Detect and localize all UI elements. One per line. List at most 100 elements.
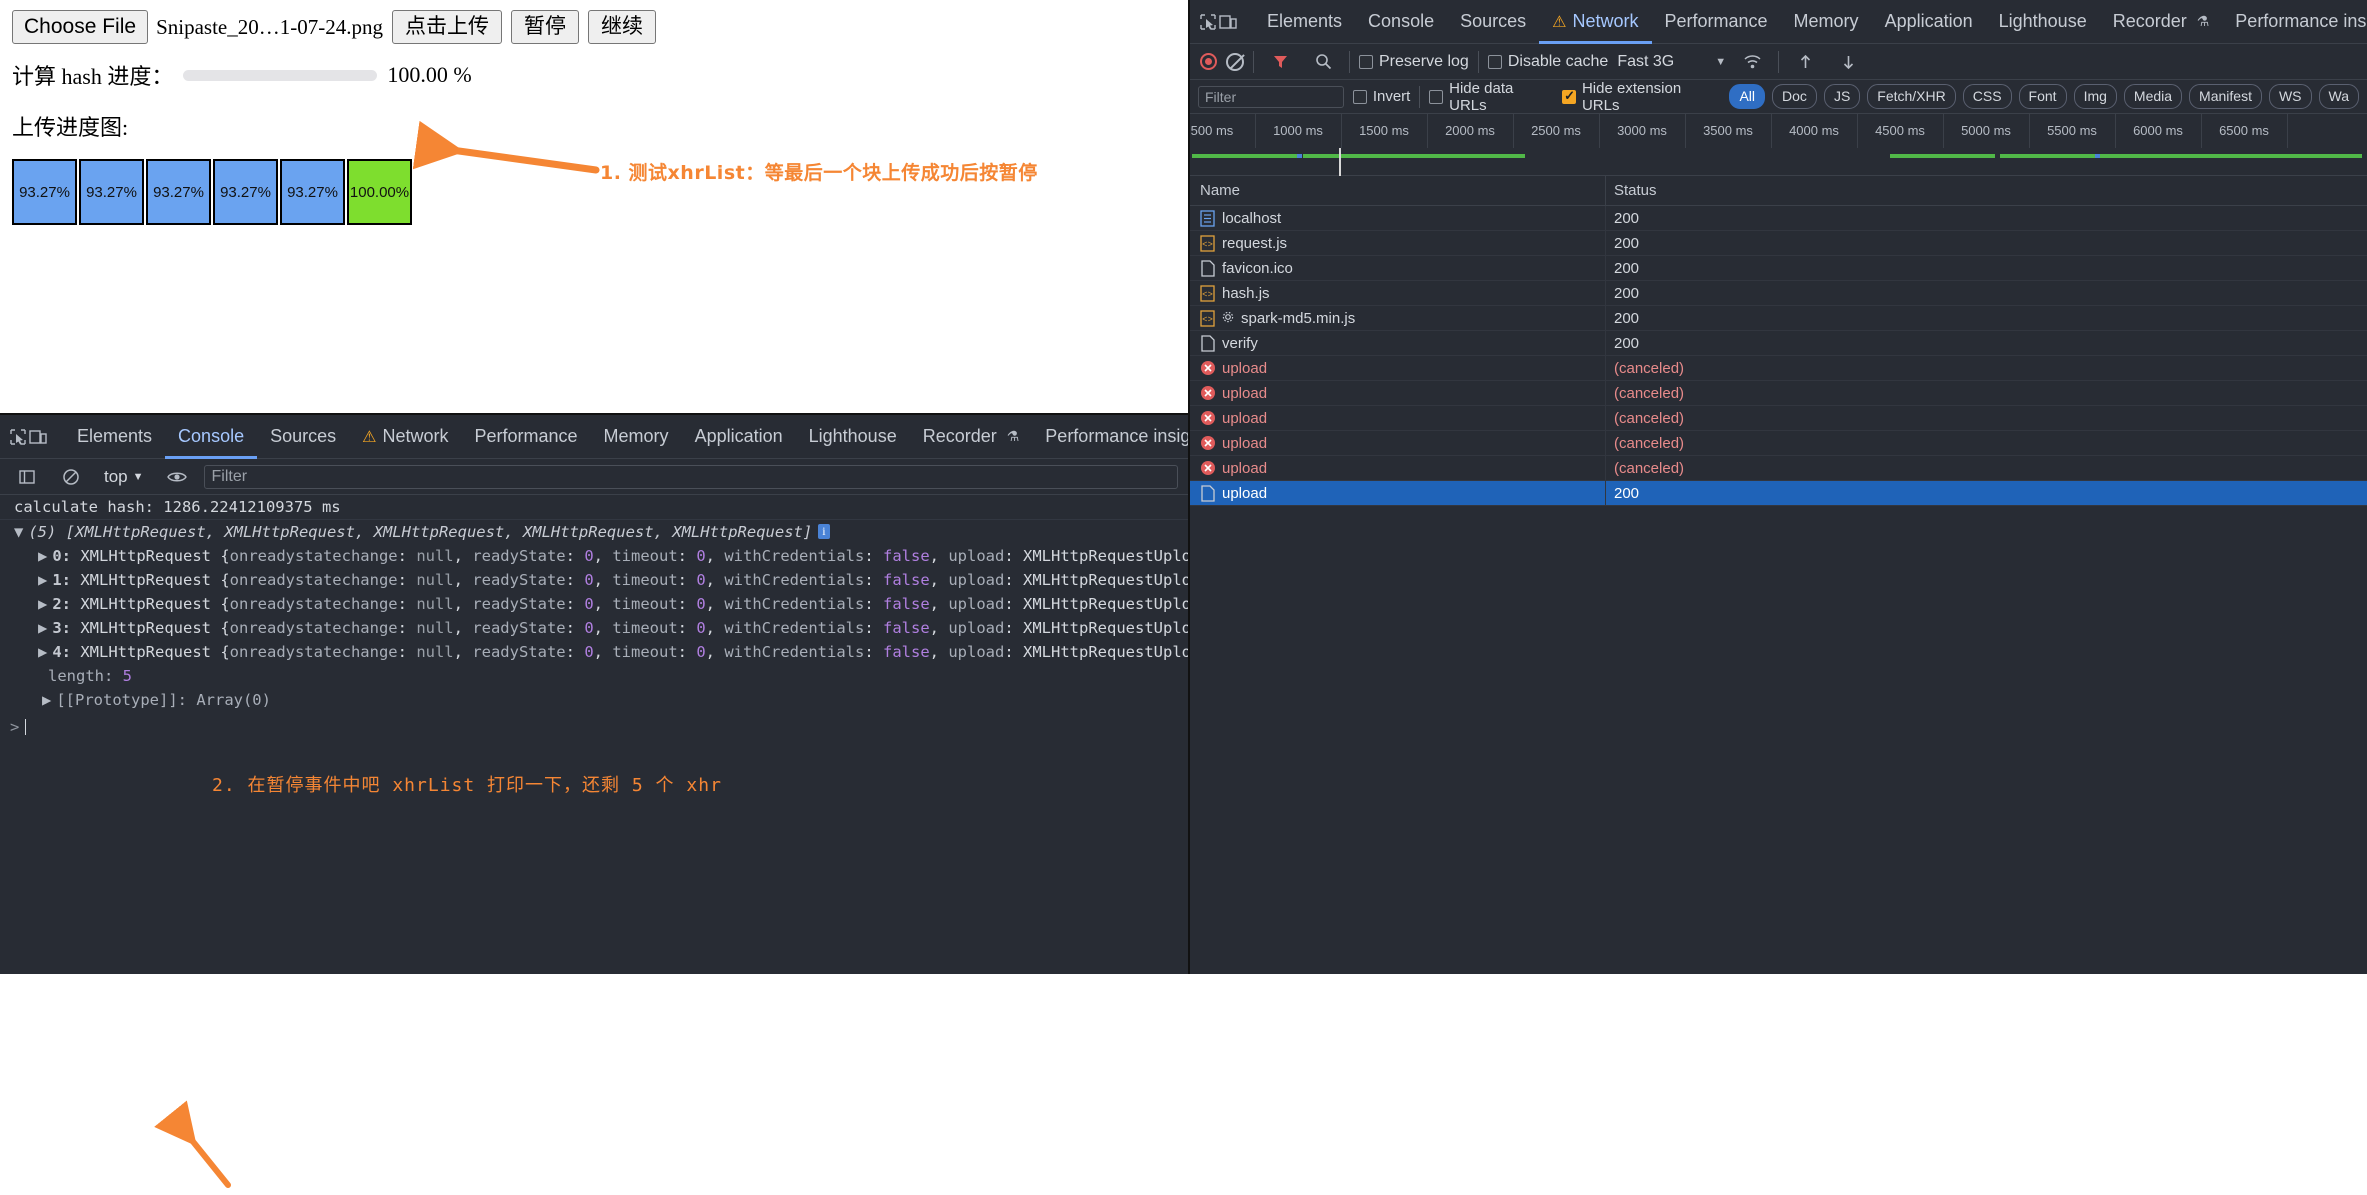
disable-cache-checkbox[interactable]: Disable cache — [1487, 52, 1609, 71]
console-filter-input[interactable]: Filter — [203, 464, 1178, 489]
tab-console[interactable]: Console — [165, 415, 257, 459]
expand-triangle-icon[interactable]: ▼ — [14, 523, 23, 541]
type-filter-manifest[interactable]: Manifest — [2189, 84, 2262, 109]
console-prompt[interactable]: > — [0, 712, 1188, 739]
search-icon[interactable] — [1306, 45, 1340, 79]
tab-application[interactable]: Application — [682, 415, 796, 459]
expand-triangle-icon[interactable]: ▶ — [38, 643, 47, 661]
console-array-entry[interactable]: ▶ 0: XMLHttpRequest {onreadystatechange: … — [0, 544, 1188, 568]
type-filter-img[interactable]: Img — [2073, 84, 2117, 109]
table-row[interactable]: <> request.js 200 — [1190, 231, 2367, 256]
checkbox-box[interactable] — [1352, 89, 1367, 104]
tab-network[interactable]: ⚠ Network — [349, 415, 461, 459]
hide-extension-urls-checkbox[interactable]: Hide extension URLs — [1562, 80, 1720, 114]
execution-context-label: top — [104, 466, 128, 486]
tab-network[interactable]: ⚠ Network — [1539, 0, 1651, 44]
choose-file-button[interactable]: Choose File — [12, 9, 149, 45]
import-har-icon[interactable] — [1788, 45, 1822, 79]
tab-performance[interactable]: Performance — [1652, 0, 1781, 44]
tab-memory[interactable]: Memory — [1781, 0, 1872, 44]
table-row[interactable]: upload 200 — [1190, 481, 2367, 506]
device-toolbar-icon[interactable] — [1218, 5, 1238, 39]
network-conditions-icon[interactable] — [1735, 45, 1769, 79]
preserve-log-checkbox[interactable]: Preserve log — [1359, 53, 1469, 71]
file-picker[interactable]: Choose File Snipaste_20…1-07-24.png — [12, 9, 383, 45]
table-row[interactable]: <> hash.js 200 — [1190, 281, 2367, 306]
inspect-element-icon[interactable] — [1198, 5, 1218, 39]
timeline-tick-label: 500 ms — [1190, 123, 1234, 138]
tab-memory[interactable]: Memory — [591, 415, 682, 459]
tab-sources[interactable]: Sources — [1447, 0, 1539, 44]
type-filter-doc[interactable]: Doc — [1772, 84, 1817, 109]
table-row[interactable]: upload (canceled) — [1190, 431, 2367, 456]
hide-data-urls-checkbox[interactable]: Hide data URLs — [1429, 80, 1553, 114]
checkbox-box[interactable] — [1359, 54, 1373, 69]
type-filter-font[interactable]: Font — [2018, 84, 2067, 109]
expand-triangle-icon[interactable]: ▶ — [38, 595, 47, 613]
checkbox-box[interactable] — [1487, 54, 1502, 69]
expand-triangle-icon[interactable]: ▶ — [38, 619, 47, 637]
tab-recorder[interactable]: Recorder ⚗ — [2100, 0, 2223, 44]
type-filter-wa[interactable]: Wa — [2318, 84, 2360, 109]
resume-button[interactable]: 继续 — [587, 9, 656, 45]
console-array-header[interactable]: ▼ (5) [XMLHttpRequest, XMLHttpRequest, XM… — [0, 520, 1188, 544]
tab-lighthouse[interactable]: Lighthouse — [796, 415, 910, 459]
record-network-log-icon[interactable] — [1200, 53, 1217, 70]
disable-cache-label: Disable cache — [1507, 52, 1609, 70]
info-icon[interactable]: i — [818, 524, 830, 539]
console-prototype-line[interactable]: ▶ [[Prototype]]: Array(0) — [0, 688, 1188, 712]
table-row[interactable]: verify 200 — [1190, 331, 2367, 356]
console-array-entry[interactable]: ▶ 1: XMLHttpRequest {onreadystatechange: … — [0, 568, 1188, 592]
network-overview-timeline[interactable]: 500 ms 1000 ms 1500 ms 2000 ms 2500 ms 3000 m… — [1190, 114, 2367, 176]
inspect-element-icon[interactable] — [8, 420, 28, 454]
console-settings-eye-icon[interactable] — [160, 460, 194, 494]
console-array-entry[interactable]: ▶ 2: XMLHttpRequest {onreadystatechange: … — [0, 592, 1188, 616]
type-filter-all[interactable]: All — [1729, 84, 1766, 109]
invert-checkbox[interactable]: Invert — [1352, 88, 1410, 105]
throttling-value[interactable]: Fast 3G — [1617, 53, 1674, 71]
tab-sources[interactable]: Sources — [257, 415, 349, 459]
table-row[interactable]: upload (canceled) — [1190, 456, 2367, 481]
execution-context-selector[interactable]: top ▼ — [98, 466, 150, 488]
beta-flask-icon: ⚗ — [1006, 428, 1020, 444]
expand-triangle-icon[interactable]: ▶ — [42, 691, 51, 709]
type-filter-js[interactable]: JS — [1823, 84, 1861, 109]
column-header-name[interactable]: Name — [1190, 182, 1605, 199]
table-row[interactable]: <> spark-md5.min.js 200 — [1190, 306, 2367, 331]
table-row[interactable]: upload (canceled) — [1190, 356, 2367, 381]
table-row[interactable]: favicon.ico 200 — [1190, 256, 2367, 281]
upload-button[interactable]: 点击上传 — [391, 9, 502, 45]
clear-console-icon[interactable] — [54, 460, 88, 494]
tab-console[interactable]: Console — [1355, 0, 1447, 44]
chevron-down-icon[interactable]: ▼ — [1715, 56, 1726, 68]
tab-performance-insights[interactable]: Performance insights⚗ — [2222, 0, 2367, 44]
tab-elements[interactable]: Elements — [1254, 0, 1355, 44]
expand-triangle-icon[interactable]: ▶ — [38, 571, 47, 589]
tab-lighthouse[interactable]: Lighthouse — [1986, 0, 2100, 44]
tab-elements[interactable]: Elements — [64, 415, 165, 459]
table-row[interactable]: localhost 200 — [1190, 206, 2367, 231]
table-row[interactable]: upload (canceled) — [1190, 406, 2367, 431]
type-filter-fetch-xhr[interactable]: Fetch/XHR — [1867, 84, 1956, 109]
type-filter-ws[interactable]: WS — [2268, 84, 2312, 109]
request-name-cell: upload — [1190, 435, 1605, 452]
export-har-icon[interactable] — [1831, 45, 1865, 79]
checkbox-box[interactable] — [1562, 88, 1576, 104]
expand-triangle-icon[interactable]: ▶ — [38, 547, 47, 565]
console-array-entry[interactable]: ▶ 4: XMLHttpRequest {onreadystatechange: … — [0, 640, 1188, 664]
table-row[interactable]: upload (canceled) — [1190, 381, 2367, 406]
tab-performance[interactable]: Performance — [462, 415, 591, 459]
tab-recorder[interactable]: Recorder ⚗ — [910, 415, 1033, 459]
device-toolbar-icon[interactable] — [28, 420, 48, 454]
console-sidebar-icon[interactable] — [10, 460, 44, 494]
column-header-status[interactable]: Status — [1605, 176, 1805, 205]
tab-application[interactable]: Application — [1872, 0, 1986, 44]
checkbox-box[interactable] — [1429, 89, 1444, 104]
filter-funnel-icon[interactable] — [1263, 45, 1297, 79]
network-filter-input[interactable]: Filter — [1198, 85, 1344, 108]
type-filter-media[interactable]: Media — [2123, 84, 2183, 109]
pause-button[interactable]: 暂停 — [510, 9, 579, 45]
clear-network-log-icon[interactable] — [1226, 52, 1244, 71]
type-filter-css[interactable]: CSS — [1962, 84, 2012, 109]
console-array-entry[interactable]: ▶ 3: XMLHttpRequest {onreadystatechange: … — [0, 616, 1188, 640]
